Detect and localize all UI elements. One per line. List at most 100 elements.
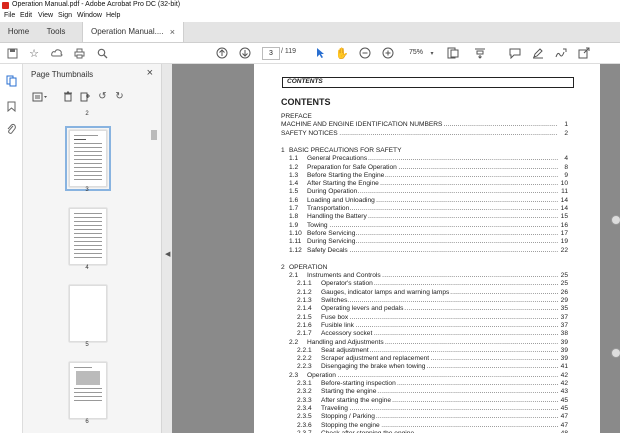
scroll-marker-icon[interactable]	[611, 348, 620, 358]
menu-edit[interactable]: Edit	[20, 12, 32, 19]
zoom-dropdown-icon[interactable]: ▾	[425, 46, 439, 60]
menu-view[interactable]: View	[38, 12, 53, 19]
hand-tool-icon[interactable]: ✋	[335, 46, 349, 60]
close-panel-icon[interactable]: ×	[147, 67, 153, 79]
toc-entry[interactable]: 1.12 Safety Decals.......................…	[281, 246, 568, 255]
toc-entry[interactable]: 2.1.5 Fuse box...........................…	[281, 313, 568, 322]
toc-entry[interactable]: 1.8 Handling the Battery.................…	[281, 213, 568, 222]
panel-scrollbar[interactable]	[151, 122, 157, 422]
thumbnail-page-3[interactable]	[65, 126, 111, 191]
next-page-icon[interactable]	[238, 46, 252, 60]
toc-entry[interactable]: 2.3.6 Stopping the engine................…	[281, 421, 568, 430]
toc-entry[interactable]: 1.2 Preparation for Safe Operation.......…	[281, 163, 568, 172]
page-thumbnails-icon[interactable]	[5, 75, 17, 87]
scroll-marker-icon[interactable]	[611, 215, 620, 225]
toc-entry[interactable]: 2.3.4 Traveling..........................…	[281, 404, 568, 413]
menu-window[interactable]: Window	[77, 12, 102, 19]
menu-sign[interactable]: Sign	[58, 12, 72, 19]
page-layout-icon[interactable]	[446, 46, 460, 60]
tab-document[interactable]: Operation Manual.... ×	[82, 22, 184, 42]
toc-entry[interactable]: 1.4 After Starting the Engine............…	[281, 180, 568, 189]
close-tab-icon[interactable]: ×	[170, 22, 175, 42]
insert-page-icon[interactable]	[79, 90, 92, 103]
toc-entry[interactable]: 2.3.3 After starting the engine..........…	[281, 396, 568, 405]
toc-entry[interactable]: SAFETY NOTICES..........................…	[281, 129, 568, 138]
select-cursor-icon[interactable]	[313, 46, 327, 60]
toc-entry-page: 10	[560, 180, 568, 188]
toc-entry[interactable]: MACHINE AND ENGINE IDENTIFICATION NUMBER…	[281, 121, 568, 130]
print-icon[interactable]	[72, 46, 86, 60]
bookmark-star-icon[interactable]: ☆	[27, 46, 41, 60]
thumbnail-page-5[interactable]	[69, 285, 107, 342]
delete-page-icon[interactable]	[61, 90, 74, 103]
panel-scrollbar-thumb[interactable]	[151, 130, 157, 140]
zoom-out-icon[interactable]	[358, 46, 372, 60]
toc-entry-number: 1.8	[289, 213, 299, 221]
toc-entry[interactable]: 2.1.7 Accessory socket...................…	[281, 330, 568, 339]
toc-entry[interactable]: 1.5 During Operation.....................…	[281, 188, 568, 197]
toc-entry[interactable]: 2.2.1 Seat adjustment....................…	[281, 346, 568, 355]
toc-entry[interactable]: 1.3 Before Starting the Engine...........…	[281, 171, 568, 180]
toc-entry-title: BASIC PRECAUTIONS FOR SAFETY	[289, 146, 403, 155]
highlight-pen-icon[interactable]	[531, 46, 545, 60]
collapse-arrow-icon[interactable]: ◀	[165, 250, 170, 258]
toc-entry[interactable]: PREFACE	[281, 113, 568, 121]
toc-entry[interactable]: 2.1.4 Operating levers and pedals........…	[281, 305, 568, 314]
toc-entry[interactable]: 2.3.2 Starting the engine................…	[281, 388, 568, 397]
page-thumbnails-panel: Page Thumbnails × ↺ ↻ 2 3 4 5 6	[23, 64, 162, 433]
toc-entry[interactable]: 2.3 Operation............................…	[281, 371, 568, 380]
previous-page-icon[interactable]	[215, 46, 229, 60]
toc-entry-number: 1.4	[289, 180, 299, 188]
toc-entry-number: 1.10	[289, 229, 302, 237]
toc-entry[interactable]: 1.11 During Servicing....................…	[281, 238, 568, 247]
find-search-icon[interactable]	[95, 46, 109, 60]
toc-entry-title: Operation	[307, 371, 337, 380]
toc-entry[interactable]: 1.7 Transportation.......................…	[281, 205, 568, 213]
toc-entry[interactable]: 1 BASIC PRECAUTIONS FOR SAFETY	[281, 146, 568, 155]
scroll-mode-icon[interactable]	[473, 46, 487, 60]
share-icon[interactable]	[577, 46, 591, 60]
sign-icon[interactable]	[554, 46, 568, 60]
toc-entry[interactable]: 1.1 General Precautions..................…	[281, 155, 568, 164]
bookmarks-icon[interactable]	[5, 100, 17, 112]
toc-entry[interactable]: 2.1 Instruments and Controls.............…	[281, 272, 568, 281]
toc-entry[interactable]: 2.1.2 Gauges, indicator lamps and warning…	[281, 288, 568, 297]
panel-splitter[interactable]: ◀	[162, 64, 172, 433]
viewer-scroll-controls	[586, 64, 620, 433]
menu-help[interactable]: Help	[106, 12, 120, 19]
toc-entry[interactable]: 2 OPERATION	[281, 263, 568, 272]
attachments-icon[interactable]	[5, 123, 17, 135]
toc-entry[interactable]: 2.2.3 Disengaging the brake when towing..…	[281, 363, 568, 372]
toc-entry[interactable]: 1.10 Before Servicing....................…	[281, 229, 568, 238]
toc-entry[interactable]: 2.3.1 Before-starting inspection.........…	[281, 380, 568, 388]
toc-entry[interactable]: 2.2.2 Scraper adjustment and replacement.…	[281, 355, 568, 364]
toc-entry-page: 39	[560, 346, 568, 354]
toc-entry[interactable]: 1.6 Loading and Unloading................…	[281, 196, 568, 205]
menu-file[interactable]: File	[4, 12, 15, 19]
toc-entry[interactable]: 2.1.1 Operator's station.................…	[281, 280, 568, 289]
toc-entry-title: Fusible link	[321, 321, 355, 330]
rotate-right-icon[interactable]: ↻	[113, 90, 126, 103]
upload-cloud-icon[interactable]	[50, 46, 64, 60]
toc-entry[interactable]: 2.1.3 Switches...........................…	[281, 297, 568, 305]
toc-entry-page: 11	[561, 188, 568, 196]
zoom-in-icon[interactable]	[381, 46, 395, 60]
options-menu-icon[interactable]	[31, 90, 49, 103]
page-number-input[interactable]: 3	[262, 47, 280, 60]
document-viewer[interactable]: CONTENTS CONTENTS PREFACE MACHINE AND ENG…	[172, 64, 620, 433]
toc-entry[interactable]: 2.1.6 Fusible link.......................…	[281, 321, 568, 330]
tab-tools[interactable]: Tools	[38, 22, 74, 42]
toc-entry[interactable]: 2.3.5 Stopping / Parking.................…	[281, 413, 568, 422]
toc-entry-number: 2.3.3	[297, 396, 312, 404]
thumbnail-page-6[interactable]	[69, 362, 107, 419]
toc-entry[interactable]: 1.9 Towing...............................…	[281, 221, 568, 230]
rotate-left-icon[interactable]: ↺	[96, 90, 109, 103]
thumbnail-page-4[interactable]	[69, 208, 107, 265]
comment-icon[interactable]	[508, 46, 522, 60]
tab-bar: Home Tools Operation Manual.... ×	[0, 22, 620, 43]
toc-entry-title: Towing	[307, 221, 329, 230]
tab-home[interactable]: Home	[0, 22, 37, 42]
save-icon[interactable]	[5, 46, 19, 60]
zoom-level[interactable]: 75%	[409, 49, 423, 56]
toc-entry[interactable]: 2.2 Handling and Adjustments.............…	[281, 338, 568, 347]
